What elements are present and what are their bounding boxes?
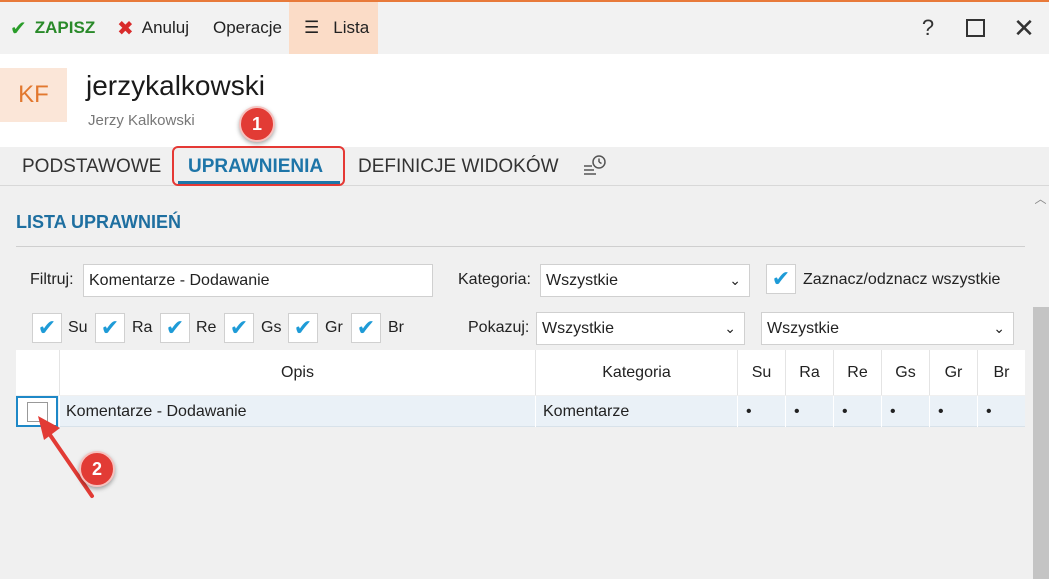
- checkmark-icon: ✔: [771, 266, 791, 291]
- user-full-name: Jerzy Kalkowski: [88, 112, 195, 129]
- close-icon: ✕: [1013, 12, 1035, 43]
- cell-gr: •: [929, 396, 977, 427]
- avatar: KF: [0, 68, 67, 122]
- grid-header-su[interactable]: Su: [737, 350, 785, 395]
- annotation-badge-1: 1: [239, 106, 275, 142]
- toolbar: ✔ ZAPISZ ✖ Anuluj Operacje ☰ Lista ? ✕: [0, 0, 1049, 54]
- check-su[interactable]: ✔: [32, 313, 62, 343]
- grid-header-select: [16, 350, 59, 395]
- user-header: KF jerzykalkowski Jerzy Kalkowski: [0, 54, 1049, 147]
- category-label: Kategoria:: [458, 271, 531, 288]
- check-ra[interactable]: ✔: [95, 313, 125, 343]
- maximize-icon: [965, 19, 985, 37]
- help-button[interactable]: ?: [908, 2, 948, 54]
- check-gr[interactable]: ✔: [288, 313, 318, 343]
- cell-opis: Komentarze - Dodawanie: [59, 396, 535, 427]
- maximize-button[interactable]: [955, 2, 995, 54]
- grid-header-kategoria[interactable]: Kategoria: [535, 350, 737, 395]
- show-select[interactable]: Wszystkie ⌄: [536, 312, 745, 345]
- tab-bar: PODSTAWOWE UPRAWNIENIA DEFINICJE WIDOKÓW: [0, 147, 1049, 186]
- grid-header-ra[interactable]: Ra: [785, 350, 833, 395]
- check-gs[interactable]: ✔: [224, 313, 254, 343]
- section-title: LISTA UPRAWNIEŃ: [16, 212, 181, 232]
- grid-header-opis[interactable]: Opis: [59, 350, 535, 395]
- list-button-label: Lista: [333, 18, 370, 37]
- section-divider: [16, 246, 1025, 247]
- cell-br: •: [977, 396, 1025, 427]
- annotation-badge-2: 2: [79, 451, 115, 487]
- show-select-value: Wszystkie: [542, 319, 614, 337]
- filter-input-value: Komentarze - Dodawanie: [89, 271, 270, 289]
- show-select-2-value: Wszystkie: [767, 319, 839, 337]
- close-window-button[interactable]: ✕: [1004, 2, 1044, 54]
- history-list-icon: [584, 154, 606, 175]
- tab-highlight-annotation: [172, 146, 345, 186]
- cell-ra: •: [785, 396, 833, 427]
- vertical-scrollbar[interactable]: ︿: [1032, 190, 1049, 579]
- grid-header: Opis Kategoria Su Ra Re Gs Gr Br: [16, 350, 1025, 395]
- show-select-2[interactable]: Wszystkie ⌄: [761, 312, 1014, 345]
- tab-definicje-widokow[interactable]: DEFINICJE WIDOKÓW: [358, 147, 559, 186]
- check-gr-label: Gr: [325, 319, 343, 336]
- operations-button[interactable]: Operacje: [213, 2, 282, 54]
- cell-re: •: [833, 396, 881, 427]
- chevron-down-icon: ⌄: [729, 272, 741, 288]
- checkmark-icon: ✔: [356, 315, 376, 340]
- check-gs-label: Gs: [261, 319, 282, 336]
- scroll-up-icon[interactable]: ︿: [1032, 190, 1049, 206]
- grid-header-re[interactable]: Re: [833, 350, 881, 395]
- save-button-label: ZAPISZ: [34, 18, 96, 37]
- cell-gs: •: [881, 396, 929, 427]
- cancel-button[interactable]: ✖ Anuluj: [117, 2, 189, 54]
- save-button[interactable]: ✔ ZAPISZ: [10, 2, 95, 54]
- checkmark-icon: ✔: [10, 17, 27, 40]
- question-mark-icon: ?: [921, 15, 935, 40]
- checkmark-icon: ✔: [100, 315, 120, 340]
- chevron-down-icon: ⌄: [993, 320, 1005, 336]
- check-re[interactable]: ✔: [160, 313, 190, 343]
- checkmark-icon: ✔: [229, 315, 249, 340]
- cell-kategoria: Komentarze: [535, 396, 737, 427]
- history-tab-button[interactable]: [582, 147, 608, 186]
- operations-button-label: Operacje: [213, 18, 282, 37]
- category-select-value: Wszystkie: [546, 271, 618, 289]
- tab-podstawowe[interactable]: PODSTAWOWE: [22, 147, 161, 186]
- check-re-label: Re: [196, 319, 217, 336]
- table-row[interactable]: Komentarze - Dodawanie Komentarze • • • …: [16, 396, 1025, 427]
- filter-label: Filtruj:: [30, 271, 74, 288]
- category-select[interactable]: Wszystkie ⌄: [540, 264, 750, 297]
- check-ra-label: Ra: [132, 319, 153, 336]
- grid-header-gs[interactable]: Gs: [881, 350, 929, 395]
- hamburger-icon: ☰: [304, 18, 320, 37]
- scroll-thumb[interactable]: [1033, 307, 1049, 579]
- close-x-icon: ✖: [117, 17, 134, 40]
- filter-input[interactable]: Komentarze - Dodawanie: [83, 264, 433, 297]
- check-su-label: Su: [68, 319, 88, 336]
- select-all-checkbox[interactable]: ✔: [766, 264, 796, 294]
- grid-header-gr[interactable]: Gr: [929, 350, 977, 395]
- cancel-button-label: Anuluj: [141, 18, 190, 37]
- select-all-label: Zaznacz/odznacz wszystkie: [803, 271, 1001, 288]
- checkmark-icon: ✔: [293, 315, 313, 340]
- user-login: jerzykalkowski: [86, 70, 265, 101]
- check-br[interactable]: ✔: [351, 313, 381, 343]
- grid-header-br[interactable]: Br: [977, 350, 1025, 395]
- checkmark-icon: ✔: [165, 315, 185, 340]
- chevron-down-icon: ⌄: [724, 320, 736, 336]
- list-button[interactable]: ☰ Lista: [289, 2, 378, 54]
- cell-su: •: [737, 396, 785, 427]
- checkmark-icon: ✔: [37, 315, 57, 340]
- show-label: Pokazuj:: [468, 319, 530, 336]
- check-br-label: Br: [388, 319, 404, 336]
